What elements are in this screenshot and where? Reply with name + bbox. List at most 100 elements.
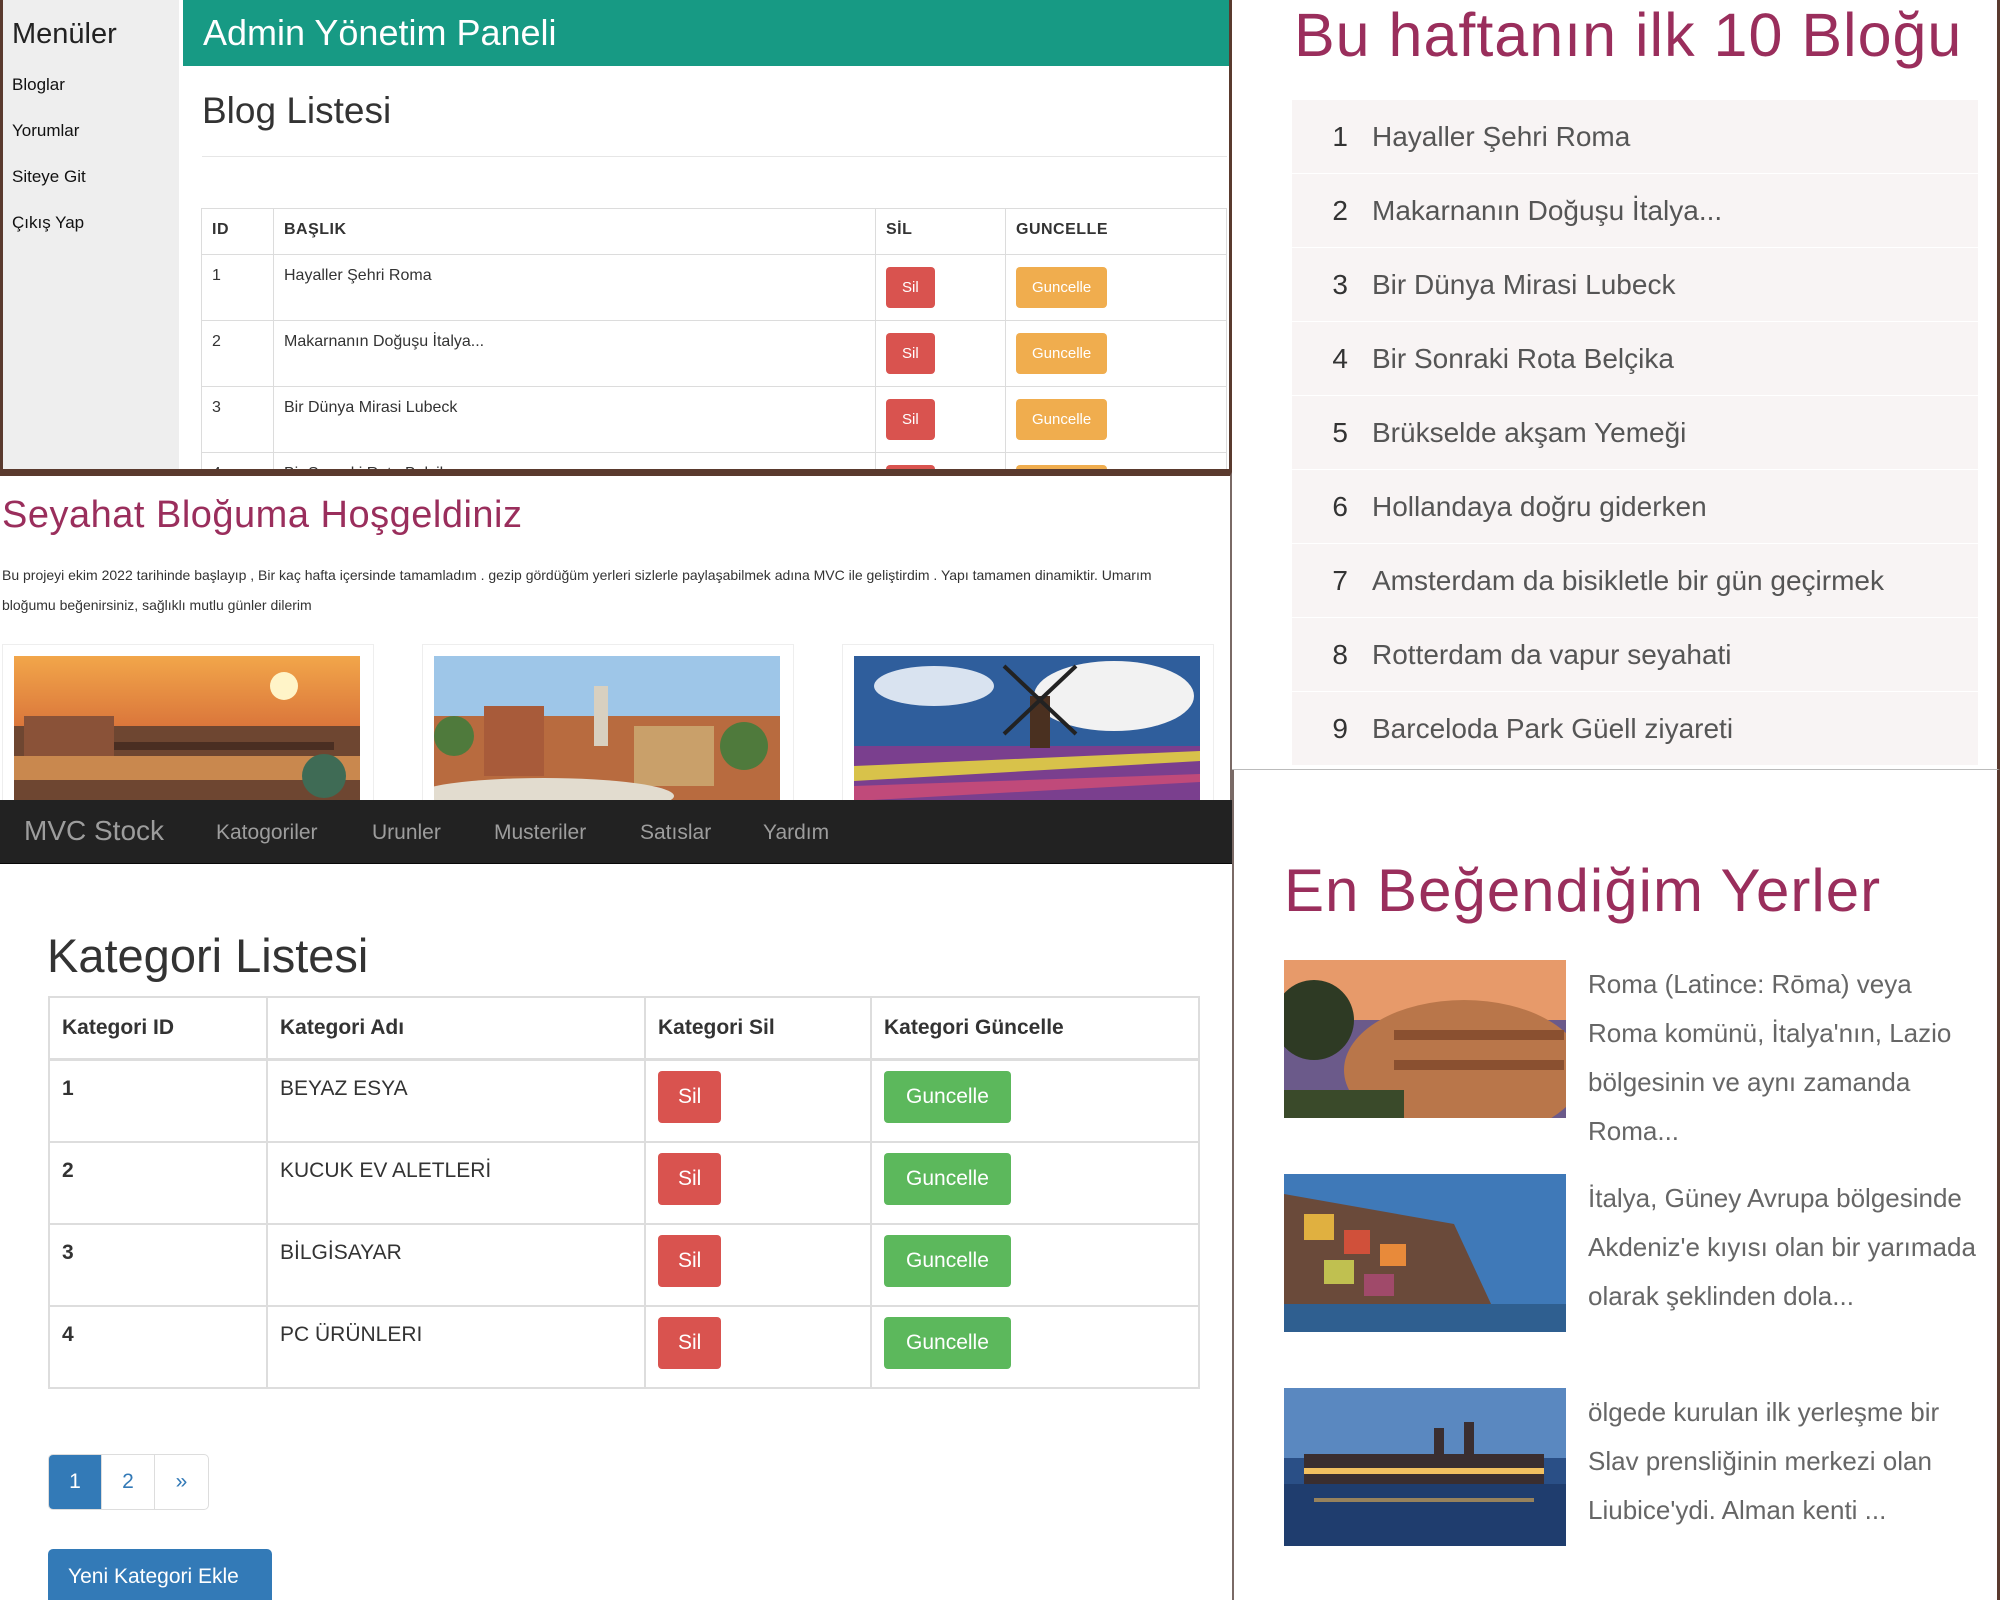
table-header-row: ID BAŞLIK SİL GUNCELLE [201, 208, 1227, 255]
column-header: Kategori ID [48, 996, 268, 1061]
delete-button[interactable]: Sil [886, 267, 935, 308]
delete-button[interactable]: Sil [658, 1317, 722, 1369]
list-item[interactable]: 7 Amsterdam da bisikletle bir gün geçirme… [1292, 544, 1978, 618]
item-title: Amsterdam da bisikletle bir gün geçirmek [1372, 564, 1884, 596]
update-button[interactable]: Guncelle [884, 1153, 1011, 1205]
colosseum-image [1284, 960, 1566, 1118]
page-title: Blog Listesi [202, 90, 392, 131]
row-id: 1 [48, 1058, 268, 1143]
row-name: PC ÜRÜNLERI [266, 1305, 646, 1389]
item-number: 5 [1332, 416, 1348, 448]
list-item[interactable]: 9 Barceloda Park Güell ziyareti [1292, 692, 1978, 766]
list-item[interactable]: 3 Bir Dünya Mirasi Lubeck [1292, 248, 1978, 322]
nav-item-kategoriler[interactable]: Katogoriler [216, 821, 318, 845]
table-row: 4 Bir Sonraki Rota Belçika Sil Guncelle [201, 452, 1227, 469]
favorite-text: İtalya, Güney Avrupa bölgesinde Akdeniz'… [1588, 1183, 1976, 1311]
row-name: BİLGİSAYAR [266, 1223, 646, 1307]
list-item[interactable]: 2 Makarnanın Doğuşu İtalya... [1292, 174, 1978, 248]
item-number: 8 [1332, 638, 1348, 670]
blog-table: ID BAŞLIK SİL GUNCELLE 1 Hayaller Şehri … [201, 208, 1227, 469]
item-number: 7 [1332, 564, 1348, 596]
top10-section: Bu haftanın ilk 10 Bloğu 1 Hayaller Şehri… [1232, 0, 2000, 770]
page-2-button[interactable]: 2 [102, 1455, 155, 1509]
item-number: 9 [1332, 712, 1348, 744]
cinque-terre-image [1284, 1174, 1566, 1332]
nav-item-urunler[interactable]: Urunler [372, 821, 441, 845]
divider [202, 156, 1227, 157]
admin-sidebar: Menüler Bloglar Yorumlar Siteye Git Çıkı… [3, 0, 179, 469]
delete-button[interactable]: Sil [886, 399, 935, 440]
windmill-image [854, 656, 1200, 800]
welcome-text: Bu projeyi ekim 2022 tarihinde başlayıp … [2, 567, 1152, 613]
list-item[interactable]: 5 Brükselde akşam Yemeği [1292, 396, 1978, 470]
top10-title: Bu haftanın ilk 10 Bloğu [1294, 1, 1963, 69]
update-button[interactable]: Guncelle [1016, 399, 1108, 440]
delete-button[interactable]: Sil [658, 1071, 722, 1123]
update-button[interactable]: Guncelle [1016, 267, 1108, 308]
list-item[interactable]: 4 Bir Sonraki Rota Belçika [1292, 322, 1978, 396]
navbar: MVC Stock Katogoriler Urunler Musteriler… [0, 800, 1232, 864]
item-title: Barceloda Park Güell ziyareti [1372, 712, 1734, 744]
row-title: Bir Sonraki Rota Belçika [273, 452, 876, 469]
delete-button[interactable]: Sil [658, 1153, 722, 1205]
nav-item-musteriler[interactable]: Musteriler [494, 821, 586, 845]
list-item[interactable]: 1 Hayaller Şehri Roma [1292, 100, 1978, 174]
top10-list: 1 Hayaller Şehri Roma 2 Makarnanın Doğuşu … [1292, 100, 1978, 766]
row-id: 4 [201, 452, 274, 469]
table-row: 1 Hayaller Şehri Roma Sil Guncelle [201, 254, 1227, 321]
next-page-button[interactable]: » [155, 1455, 208, 1509]
delete-button[interactable]: Sil [886, 465, 935, 469]
brand-logo[interactable]: MVC Stock [24, 815, 164, 847]
row-id: 2 [48, 1141, 268, 1225]
item-title: Rotterdam da vapur seyahati [1372, 638, 1732, 670]
page-1-button[interactable]: 1 [49, 1455, 102, 1509]
favorite-text: ölgede kurulan ilk yerleşme bir Slav pre… [1588, 1397, 1940, 1525]
column-header: Kategori Adı [266, 996, 646, 1061]
column-header: SİL [875, 208, 1006, 255]
table-row: 3 Bir Dünya Mirasi Lubeck Sil Guncelle [201, 386, 1227, 453]
update-button[interactable]: Guncelle [884, 1235, 1011, 1287]
table-row: 1 BEYAZ ESYA Sil Guncelle [48, 1058, 1200, 1143]
sidebar-item-cikis-yap[interactable]: Çıkış Yap [12, 213, 170, 233]
update-button[interactable]: Guncelle [1016, 333, 1108, 374]
row-title: Hayaller Şehri Roma [273, 254, 876, 321]
item-title: Bir Dünya Mirasi Lubeck [1372, 268, 1676, 300]
blog-image-card[interactable] [2, 644, 374, 800]
column-header: ID [201, 208, 274, 255]
update-button[interactable]: Guncelle [884, 1071, 1011, 1123]
item-number: 4 [1332, 342, 1348, 374]
sidebar-item-siteye-git[interactable]: Siteye Git [12, 167, 170, 187]
table-row: 2 KUCUK EV ALETLERİ Sil Guncelle [48, 1141, 1200, 1225]
row-name: KUCUK EV ALETLERİ [266, 1141, 646, 1225]
item-title: Brükselde akşam Yemeği [1372, 416, 1687, 448]
update-button[interactable]: Guncelle [884, 1317, 1011, 1369]
row-id: 2 [201, 320, 274, 387]
row-id: 3 [201, 386, 274, 453]
delete-button[interactable]: Sil [658, 1235, 722, 1287]
nav-item-yardim[interactable]: Yardım [763, 821, 829, 845]
item-number: 2 [1332, 194, 1348, 226]
delete-button[interactable]: Sil [886, 333, 935, 374]
item-title: Hayaller Şehri Roma [1372, 120, 1631, 152]
blog-image-card[interactable] [842, 644, 1214, 800]
row-title: Bir Dünya Mirasi Lubeck [273, 386, 876, 453]
column-header: GUNCELLE [1005, 208, 1227, 255]
column-header: BAŞLIK [273, 208, 876, 255]
column-header: Kategori Güncelle [870, 996, 1200, 1061]
table-header-row: Kategori ID Kategori Adı Kategori Sil Ka… [48, 996, 1200, 1061]
list-item[interactable]: 6 Hollandaya doğru giderken [1292, 470, 1978, 544]
welcome-title: Seyahat Bloğuma Hoşgeldiniz [2, 494, 523, 536]
nav-item-satislar[interactable]: Satıslar [640, 821, 711, 845]
sidebar-item-bloglar[interactable]: Bloglar [12, 75, 170, 95]
lubeck-image [1284, 1388, 1566, 1546]
admin-panel: Menüler Bloglar Yorumlar Siteye Git Çıkı… [0, 0, 1232, 472]
add-category-button[interactable]: Yeni Kategori Ekle [48, 1549, 272, 1600]
row-name: BEYAZ ESYA [266, 1058, 646, 1143]
update-button[interactable]: Guncelle [1016, 465, 1108, 469]
welcome-section: Seyahat Bloğuma Hoşgeldiniz Bu projeyi e… [0, 472, 1232, 800]
blog-image-card[interactable] [422, 644, 794, 800]
list-item[interactable]: 8 Rotterdam da vapur seyahati [1292, 618, 1978, 692]
column-header: Kategori Sil [644, 996, 872, 1061]
sidebar-item-yorumlar[interactable]: Yorumlar [12, 121, 170, 141]
page-title: Kategori Listesi [47, 929, 369, 982]
